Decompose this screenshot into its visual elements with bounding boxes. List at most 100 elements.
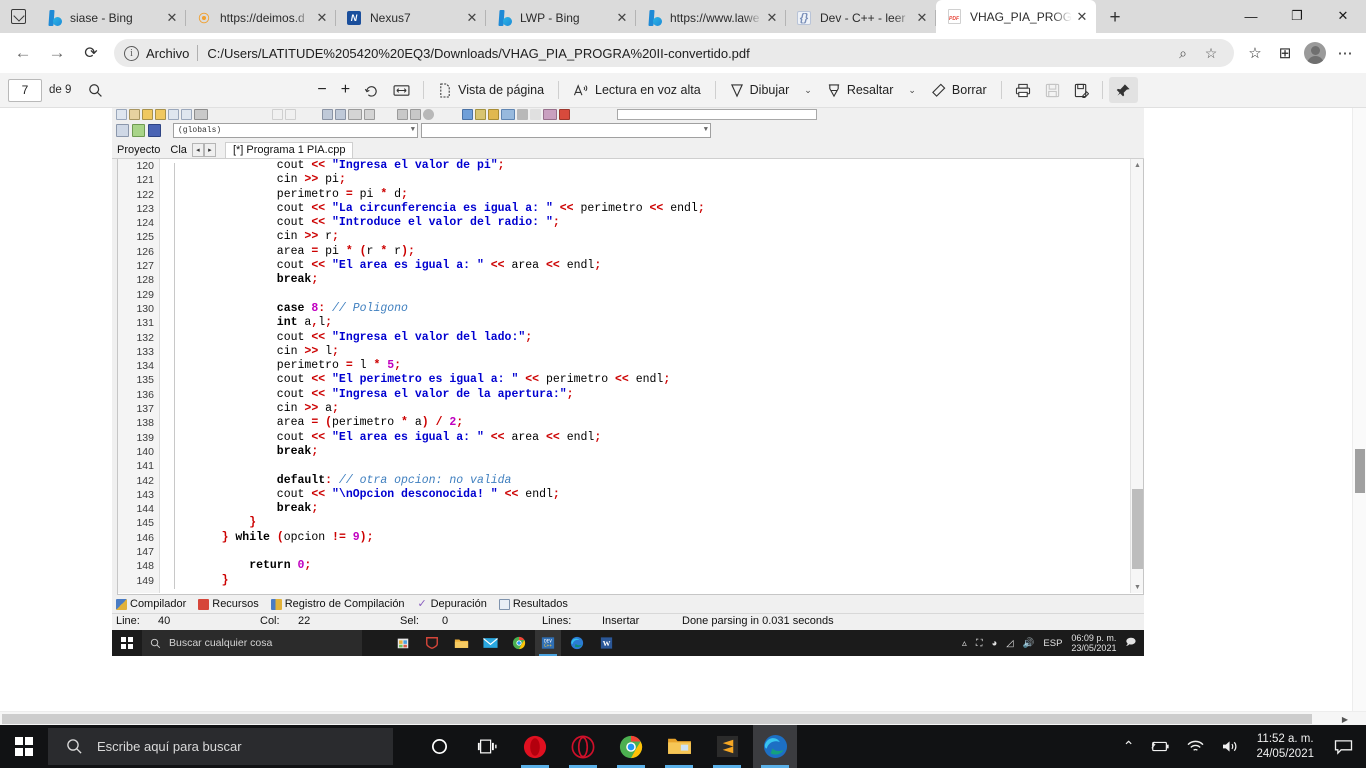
panel-tab-scroll-right[interactable]: ▸ [203,143,216,157]
pdf-vertical-scrollbar[interactable]: ▼ [1352,108,1366,725]
debug-icon[interactable] [517,109,528,120]
highlight-options-caret[interactable]: ⌄ [901,77,923,103]
pin-icon[interactable] [1108,77,1138,103]
tab-vhag-pia-pdf[interactable]: VHAG_PIA_PROG ✕ [936,0,1096,33]
bluetooth-icon[interactable]: ◿ [1006,638,1013,649]
rebuild-icon[interactable] [501,109,515,120]
avatar[interactable] [1304,42,1326,64]
tab-lwp-bing[interactable]: LWP - Bing ✕ [486,3,636,33]
add-favorite-icon[interactable]: ☆ [1198,40,1224,66]
scroll-up-arrow-icon[interactable]: ▲ [1131,159,1143,171]
battery-icon[interactable] [1150,740,1170,753]
opera-gx-icon[interactable] [561,725,605,768]
zoom-icon[interactable]: ⌕ [1170,40,1196,66]
zoom-in-button[interactable]: + [334,77,357,103]
compile-run-icon[interactable] [488,109,499,120]
collections-icon[interactable]: ⊞ [1270,38,1300,68]
read-aloud-button[interactable]: Lectura en voz alta [565,77,709,103]
compiler-select[interactable] [617,109,817,120]
close-all-icon[interactable] [181,109,192,120]
start-button-icon[interactable] [112,630,142,656]
cortana-icon[interactable] [417,725,461,768]
tab-lawe[interactable]: https://www.lawe ✕ [636,3,786,33]
file-explorer-icon[interactable] [448,630,474,656]
search-icon[interactable] [81,77,110,103]
tab-close-icon[interactable]: ✕ [912,8,932,28]
volume-icon[interactable]: 🔊 [1023,638,1035,649]
editor-tab-programa-1-pia-cpp[interactable]: [*] Programa 1 PIA.cpp [224,142,354,158]
insert-icon[interactable] [543,109,557,120]
maximize-button[interactable]: ❐ [1274,0,1320,32]
tab-close-icon[interactable]: ✕ [312,8,332,28]
mail-icon[interactable] [477,630,503,656]
code-editor[interactable]: 120 cout << "Ingresa el valor de pi"; 121 c… [117,159,1144,595]
scrollbar-thumb[interactable] [1132,489,1143,569]
rotate-icon[interactable] [357,77,386,103]
print-icon[interactable] [194,109,208,120]
browser-system-icon[interactable] [0,0,36,33]
profile-icon[interactable] [530,109,541,120]
draw-options-caret[interactable]: ⌄ [797,77,819,103]
tab-deimos[interactable]: ⦿ https://deimos.d ✕ [186,3,336,33]
file-explorer-icon[interactable] [657,725,701,768]
embedded-clock[interactable]: 06:09 p. m. 23/05/2021 [1071,633,1116,654]
output-tab-recursos[interactable]: Recursos [198,598,259,610]
tab-nexus7[interactable]: N Nexus7 ✕ [336,3,486,33]
wifi-icon[interactable] [1186,739,1205,754]
print-icon[interactable] [1008,77,1038,103]
output-tab-depuracion[interactable]: ✓ Depuración [417,598,486,610]
zoom-out-button[interactable]: − [310,77,333,103]
goto-declaration-icon[interactable] [132,124,145,137]
antivirus-icon[interactable] [419,630,445,656]
close-window-button[interactable]: ✕ [1320,0,1366,32]
clock[interactable]: 11:52 a. m. 24/05/2021 [1256,732,1314,762]
output-tab-resultados[interactable]: Resultados [498,598,568,610]
sublime-text-icon[interactable] [705,725,749,768]
new-file-icon[interactable] [116,109,127,120]
volume-icon[interactable] [1221,739,1240,754]
panel-tab-clases[interactable]: Cla [165,143,192,158]
scrollbar-thumb[interactable] [1355,449,1365,493]
open-icon[interactable] [129,109,140,120]
fit-page-icon[interactable] [386,77,417,103]
reload-button[interactable]: ⟳ [74,36,108,70]
chrome-icon[interactable] [506,630,532,656]
save-icon[interactable] [142,109,153,120]
highlight-button[interactable]: Resaltar [819,77,902,103]
unindent-icon[interactable] [410,109,421,120]
tab-close-icon[interactable]: ✕ [462,8,482,28]
save-as-icon[interactable] [1067,77,1096,103]
forward-button[interactable]: → [40,36,74,70]
cut-icon[interactable] [322,109,333,120]
goto-function-icon[interactable] [116,124,129,137]
output-tab-compilador[interactable]: Compilador [116,598,186,610]
microsoft-store-icon[interactable] [390,630,416,656]
back-button[interactable]: ← [6,36,40,70]
compile-icon[interactable] [462,109,473,120]
run-icon[interactable] [475,109,486,120]
draw-button[interactable]: Dibujar [722,77,798,103]
word-icon[interactable]: W [593,630,619,656]
wifi-icon[interactable]: ◕ [991,638,997,649]
site-info-icon[interactable]: i [124,45,139,61]
edge-icon[interactable] [753,725,797,768]
tab-close-icon[interactable]: ✕ [762,8,782,28]
start-button[interactable] [0,725,48,768]
stop-icon[interactable] [559,109,570,120]
action-center-icon[interactable]: 🗩 [1125,635,1136,651]
redo-icon[interactable] [285,109,296,120]
scroll-right-arrow-icon[interactable]: ▶ [1338,712,1352,726]
page-number-input[interactable]: 7 [8,78,42,102]
action-center-icon[interactable] [1330,725,1356,768]
tab-close-icon[interactable]: ✕ [1072,7,1092,27]
tab-siase-bing[interactable]: siase - Bing ✕ [36,3,186,33]
scope-combo[interactable]: (globals) ▼ [173,123,418,138]
language-indicator[interactable]: ESP [1043,638,1062,649]
minimize-button[interactable]: — [1228,0,1274,32]
paste-icon[interactable] [348,109,362,120]
show-hidden-icons-icon[interactable]: ⌃ [1123,738,1135,755]
code-text[interactable]: 120 cout << "Ingresa el valor de pi"; 121 c… [118,159,1129,594]
tab-dev-cpp[interactable]: {} Dev - C++ - leer ✕ [786,3,936,33]
url-input[interactable]: i Archivo C:/Users/LATITUDE%205420%20EQ3… [114,39,1234,67]
pdf-page-viewport[interactable]: (globals) ▼ ▼ Proyecto Cla ◂ ▸ [*] Progr… [0,108,1366,725]
